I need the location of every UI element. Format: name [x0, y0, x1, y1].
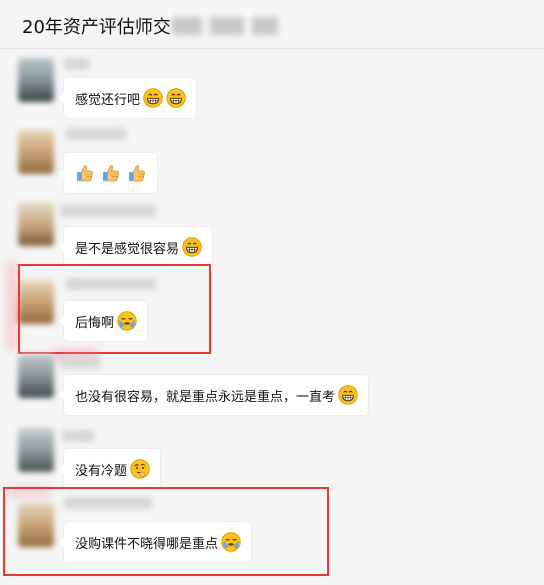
message-text: 后悔啊 — [75, 315, 115, 331]
thumbs-up-emoji — [101, 163, 121, 183]
message-bubble[interactable]: 没购课件不晓得哪是重点 — [58, 522, 252, 562]
sender-name-redaction — [66, 128, 126, 140]
message-text: 没有冷题 — [75, 463, 128, 479]
message-bubble[interactable]: 后悔啊 — [58, 301, 148, 341]
sender-name-redaction — [66, 278, 156, 290]
message-text: 没购课件不晓得哪是重点 — [75, 536, 219, 552]
sender-name-redaction — [60, 205, 156, 217]
title-redaction — [252, 17, 278, 35]
avatar[interactable] — [18, 428, 54, 472]
grin-emoji — [338, 385, 358, 405]
thumbs-up-emoji — [75, 163, 95, 183]
thumbs-up-emoji — [127, 163, 147, 183]
avatar[interactable] — [18, 354, 54, 398]
grin-emoji — [143, 88, 163, 108]
title-redaction — [172, 17, 202, 35]
crying-emoji — [221, 532, 241, 552]
chat-header: 20年资产评估师交 — [0, 0, 544, 49]
message-text: 感觉还行吧 — [75, 92, 141, 108]
scrollbar[interactable] — [540, 48, 544, 585]
title-redaction — [210, 17, 244, 35]
sender-name-redaction — [64, 58, 90, 70]
message-bubble[interactable] — [59, 153, 157, 193]
avatar[interactable] — [18, 280, 54, 324]
thinking-emoji — [130, 459, 150, 479]
sender-name-redaction — [64, 497, 152, 509]
highlight-redaction — [8, 262, 16, 350]
crying-emoji — [117, 311, 137, 331]
message-bubble[interactable]: 感觉还行吧 — [58, 78, 197, 118]
grin-emoji — [166, 88, 186, 108]
avatar[interactable] — [18, 58, 54, 102]
message-bubble[interactable]: 没有冷题 — [58, 449, 161, 489]
grin-emoji — [182, 237, 202, 257]
avatar[interactable] — [18, 503, 54, 547]
chat-title: 20年资产评估师交 — [22, 17, 171, 38]
avatar[interactable] — [18, 202, 54, 246]
message-text: 是不是感觉很容易 — [75, 241, 180, 257]
sender-name-redaction — [60, 356, 100, 368]
highlight-redaction — [8, 488, 50, 496]
avatar[interactable] — [18, 130, 54, 174]
sender-name-redaction — [62, 430, 94, 442]
message-bubble[interactable]: 也没有很容易，就是重点永远是重点，一直考 — [58, 375, 369, 415]
message-text: 也没有很容易，就是重点永远是重点，一直考 — [75, 389, 336, 405]
message-bubble[interactable]: 是不是感觉很容易 — [58, 227, 213, 267]
